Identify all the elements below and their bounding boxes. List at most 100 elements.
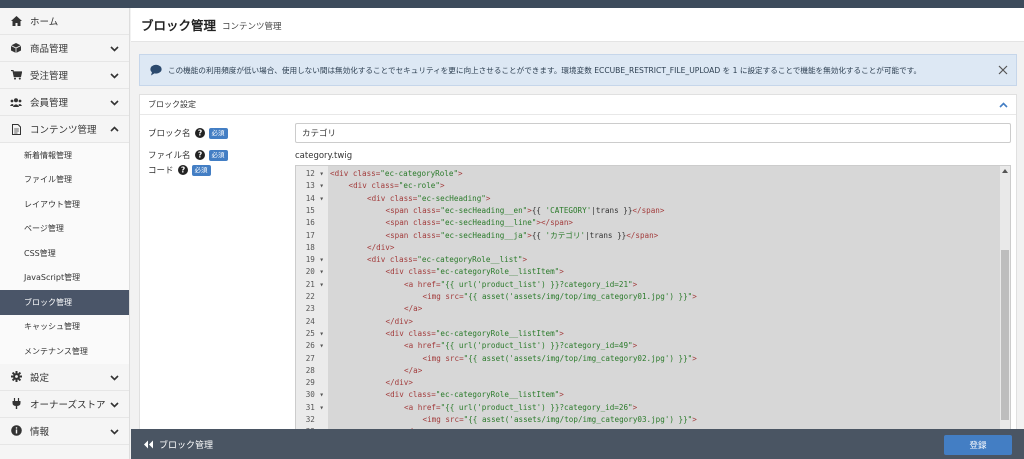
sidebar-item-contents[interactable]: コンテンツ管理 [0, 116, 129, 143]
sidebar-sub-javascript[interactable]: JavaScript管理 [0, 265, 129, 290]
sidebar-sub-cache[interactable]: キャッシュ管理 [0, 314, 129, 339]
main-content: ブロック管理 コンテンツ管理 この機能の利用頻度が低い場合、使用しない間は無効化… [131, 8, 1024, 459]
line-number: 32 [305, 415, 324, 424]
info-icon [10, 425, 22, 437]
sidebar-item-settings[interactable]: 設定 [0, 364, 129, 391]
top-bar [0, 0, 1024, 8]
help-icon[interactable]: ? [177, 165, 188, 175]
code-text-area[interactable]: <div class="ec-categoryRole"> <div class=… [328, 166, 1000, 459]
code-line: <span class="ec-secHeading__ja">{{ 'カテゴリ… [385, 230, 659, 240]
code-editor[interactable]: 12 ▾ 13 ▾ 14 ▾ 15 16 17 18 19 ▾ 20 ▾ 21 ▾ 22 2… [295, 165, 1011, 459]
line-number: 17 [305, 230, 324, 240]
sidebar-item-owners-store[interactable]: オーナーズストア [0, 391, 129, 418]
sidebar-item-label: 情報 [30, 426, 50, 438]
sidebar-sub-files[interactable]: ファイル管理 [0, 167, 129, 192]
line-number: 20 ▾ [305, 267, 324, 277]
scroll-up-icon[interactable] [1002, 168, 1008, 174]
sidebar-item-products[interactable]: 商品管理 [0, 35, 129, 62]
line-number-gutter: 12 ▾ 13 ▾ 14 ▾ 15 16 17 18 19 ▾ 20 ▾ 21 ▾ 22 2… [296, 166, 328, 459]
code-label-row: コード ? 必須 [148, 164, 211, 176]
chevron-up-icon[interactable] [999, 101, 1008, 110]
code-line: </div> [385, 316, 413, 326]
required-badge: 必須 [208, 127, 228, 139]
comment-icon [150, 64, 162, 76]
svg-text:?: ? [197, 129, 201, 138]
page-header: ブロック管理 コンテンツ管理 [131, 8, 1024, 42]
users-icon [10, 96, 22, 108]
code-line: <span class="ec-secHeading__en">{{ 'CATE… [385, 205, 665, 215]
code-line: <div class="ec-categoryRole__listItem"> [385, 328, 564, 338]
line-number: 27 [305, 353, 324, 363]
line-number: 31 ▾ [305, 402, 324, 412]
close-icon[interactable] [998, 65, 1008, 75]
line-number: 29 [305, 378, 324, 388]
gear-icon [10, 371, 22, 383]
code-line: <img src="{{ asset('assets/img/top/img_c… [422, 353, 697, 363]
page-subtitle: コンテンツ管理 [222, 21, 282, 32]
cube-icon [10, 42, 22, 54]
back-to-blocks-link[interactable]: ブロック管理 [143, 438, 213, 451]
sidebar-sub-css[interactable]: CSS管理 [0, 241, 129, 266]
sidebar-item-label: 会員管理 [30, 98, 69, 109]
required-badge: 必須 [208, 149, 228, 161]
line-number: 19 ▾ [305, 255, 324, 265]
code-line: </a> [404, 365, 423, 375]
line-number: 28 [305, 365, 324, 375]
sidebar-item-orders[interactable]: 受注管理 [0, 62, 129, 89]
card-header: ブロック設定 [140, 95, 1016, 115]
alert-text: この機能の利用頻度が低い場合、使用しない間は無効化することでセキュリティを更に向… [168, 65, 922, 75]
line-number: 25 ▾ [305, 328, 324, 338]
sidebar-sub-maintenance[interactable]: メンテナンス管理 [0, 339, 129, 364]
line-number: 15 [305, 205, 324, 215]
code-line: <a href="{{ url('product_list') }}?categ… [404, 341, 638, 351]
code-line: <img src="{{ asset('assets/img/top/img_c… [422, 415, 697, 424]
file-name-value: category.twig [295, 151, 353, 161]
code-line: </div> [367, 242, 395, 252]
svg-text:?: ? [180, 166, 184, 175]
line-number: 26 ▾ [305, 341, 324, 351]
info-alert: この機能の利用頻度が低い場合、使用しない間は無効化することでセキュリティを更に向… [139, 54, 1017, 86]
line-number: 30 ▾ [305, 390, 324, 400]
block-name-label: ブロック名 [148, 129, 191, 139]
chevron-down-icon [110, 374, 119, 381]
help-icon[interactable]: ? [194, 128, 205, 138]
sidebar-item-label: ホーム [30, 17, 59, 28]
code-line: </div> [385, 378, 413, 388]
file-icon [10, 123, 22, 135]
block-settings-card: ブロック設定 ブロック名 ? 必須 ファイル名 ? 必須 category.tw… [139, 94, 1017, 459]
chevron-down-icon [110, 73, 119, 79]
sidebar-item-label: 商品管理 [30, 44, 69, 55]
home-icon [10, 15, 22, 27]
sidebar-item-home[interactable]: ホーム [0, 8, 129, 35]
line-number: 21 ▾ [305, 279, 324, 289]
line-number: 22 [305, 292, 324, 301]
scrollbar-thumb[interactable] [1001, 250, 1009, 420]
line-number: 14 ▾ [305, 193, 324, 203]
sidebar-item-members[interactable]: 会員管理 [0, 89, 129, 116]
code-line: </a> [404, 304, 423, 314]
sidebar-sub-news[interactable]: 新着情報管理 [0, 143, 129, 168]
sidebar-sub-layouts[interactable]: レイアウト管理 [0, 192, 129, 217]
editor-scrollbar[interactable] [1000, 166, 1010, 459]
save-button[interactable]: 登録 [944, 435, 1012, 455]
code-line: <div class="ec-secHeading"> [367, 193, 491, 203]
chevron-up-icon [110, 126, 119, 132]
file-name-label-row: ファイル名 ? 必須 [148, 149, 228, 161]
sidebar-sub-blocks[interactable]: ブロック管理 [0, 290, 129, 315]
code-line: <div class="ec-categoryRole__listItem"> [385, 267, 564, 277]
sidebar-item-label: コンテンツ管理 [30, 125, 97, 136]
help-icon[interactable]: ? [194, 150, 205, 160]
code-line: <div class="ec-categoryRole"> [330, 169, 463, 178]
line-number: 16 [305, 218, 324, 228]
line-number: 23 [305, 304, 324, 314]
block-name-label-row: ブロック名 ? 必須 [148, 127, 228, 139]
block-name-input[interactable] [295, 123, 1011, 143]
code-line: <a href="{{ url('product_list') }}?categ… [404, 279, 638, 289]
code-line: <a href="{{ url('product_list') }}?categ… [404, 402, 638, 412]
line-number: 24 [305, 316, 324, 326]
code-line: <div class="ec-role"> [348, 181, 445, 191]
chevron-down-icon [110, 46, 119, 52]
file-name-label: ファイル名 [148, 151, 191, 161]
sidebar-sub-pages[interactable]: ページ管理 [0, 216, 129, 241]
sidebar-item-info[interactable]: 情報 [0, 418, 129, 445]
